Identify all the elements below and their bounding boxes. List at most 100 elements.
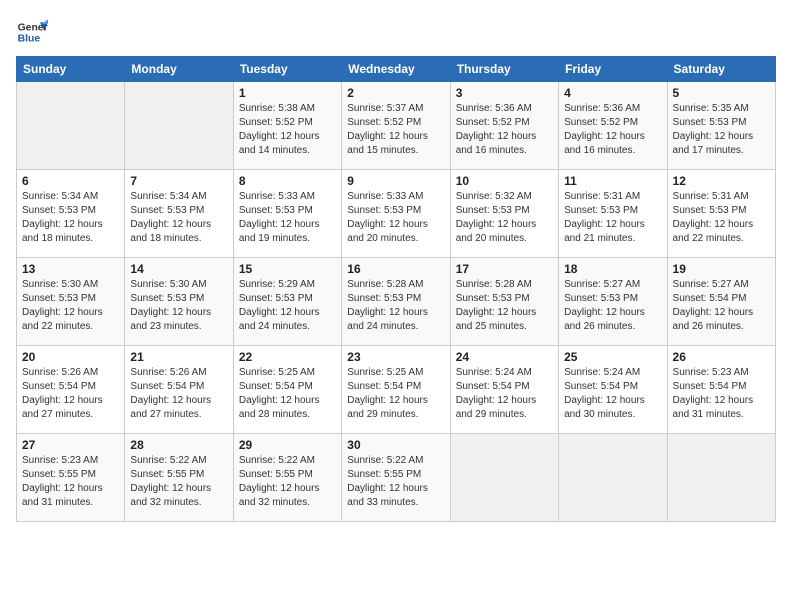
cell-day-number: 25 [564, 350, 661, 364]
calendar-cell: 7 Sunrise: 5:34 AM Sunset: 5:53 PM Daylig… [125, 170, 233, 258]
cell-info: Sunrise: 5:31 AM Sunset: 5:53 PM Dayligh… [564, 190, 661, 246]
calendar-cell [667, 434, 775, 522]
calendar-cell: 5Sunrise: 5:35 AM Sunset: 5:53 PM Daylig… [667, 82, 775, 170]
cell-day-number: 4 [564, 86, 661, 100]
weekday-header-tuesday: Tuesday [233, 57, 341, 82]
calendar-week-1: 1 Sunrise: 5:38 AM Sunset: 5:52 PM Daylig… [17, 82, 776, 170]
cell-info: Sunrise: 5:28 AM Sunset: 5:53 PM Dayligh… [456, 278, 553, 334]
calendar-week-4: 20 Sunrise: 5:26 AM Sunset: 5:54 PM Dayli… [17, 346, 776, 434]
cell-day-number: 9 [347, 174, 444, 188]
cell-day-number: 21 [130, 350, 227, 364]
cell-info: Sunrise: 5:32 AM Sunset: 5:53 PM Dayligh… [456, 190, 553, 246]
calendar-cell: 22Sunrise: 5:25 AM Sunset: 5:54 PM Dayli… [233, 346, 341, 434]
cell-info: Sunrise: 5:23 AM Sunset: 5:55 PM Dayligh… [22, 454, 119, 510]
cell-day-number: 20 [22, 350, 119, 364]
cell-day-number: 1 [239, 86, 336, 100]
calendar-cell: 25 Sunrise: 5:24 AM Sunset: 5:54 PM Dayli… [559, 346, 667, 434]
calendar-cell: 29 Sunrise: 5:22 AM Sunset: 5:55 PM Dayli… [233, 434, 341, 522]
cell-info: Sunrise: 5:24 AM Sunset: 5:54 PM Dayligh… [456, 366, 553, 422]
weekday-header-saturday: Saturday [667, 57, 775, 82]
calendar-table: SundayMondayTuesdayWednesdayThursdayFrid… [16, 56, 776, 522]
cell-info: Sunrise: 5:27 AM Sunset: 5:54 PM Dayligh… [673, 278, 770, 334]
calendar-week-2: 6 Sunrise: 5:34 AM Sunset: 5:53 PM Daylig… [17, 170, 776, 258]
cell-info: Sunrise: 5:35 AM Sunset: 5:53 PM Dayligh… [673, 102, 770, 158]
cell-info: Sunrise: 5:22 AM Sunset: 5:55 PM Dayligh… [347, 454, 444, 510]
calendar-cell: 13 Sunrise: 5:30 AM Sunset: 5:53 PM Dayli… [17, 258, 125, 346]
cell-info: Sunrise: 5:37 AM Sunset: 5:52 PM Dayligh… [347, 102, 444, 158]
cell-day-number: 28 [130, 438, 227, 452]
cell-info: Sunrise: 5:33 AM Sunset: 5:53 PM Dayligh… [239, 190, 336, 246]
calendar-cell: 9 Sunrise: 5:33 AM Sunset: 5:53 PM Daylig… [342, 170, 450, 258]
cell-info: Sunrise: 5:24 AM Sunset: 5:54 PM Dayligh… [564, 366, 661, 422]
cell-info: Sunrise: 5:34 AM Sunset: 5:53 PM Dayligh… [130, 190, 227, 246]
calendar-cell: 3 Sunrise: 5:36 AM Sunset: 5:52 PM Daylig… [450, 82, 558, 170]
cell-day-number: 27 [22, 438, 119, 452]
weekday-header-monday: Monday [125, 57, 233, 82]
cell-info: Sunrise: 5:38 AM Sunset: 5:52 PM Dayligh… [239, 102, 336, 158]
calendar-cell [125, 82, 233, 170]
calendar-cell: 24 Sunrise: 5:24 AM Sunset: 5:54 PM Dayli… [450, 346, 558, 434]
cell-info: Sunrise: 5:36 AM Sunset: 5:52 PM Dayligh… [456, 102, 553, 158]
calendar-cell: 16 Sunrise: 5:28 AM Sunset: 5:53 PM Dayli… [342, 258, 450, 346]
cell-day-number: 29 [239, 438, 336, 452]
cell-day-number: 26 [673, 350, 770, 364]
logo: General Blue [16, 16, 48, 48]
cell-day-number: 7 [130, 174, 227, 188]
calendar-cell: 15 Sunrise: 5:29 AM Sunset: 5:53 PM Dayli… [233, 258, 341, 346]
cell-info: Sunrise: 5:27 AM Sunset: 5:53 PM Dayligh… [564, 278, 661, 334]
weekday-header-sunday: Sunday [17, 57, 125, 82]
calendar-cell: 17 Sunrise: 5:28 AM Sunset: 5:53 PM Dayli… [450, 258, 558, 346]
cell-day-number: 15 [239, 262, 336, 276]
page-header: General Blue [16, 16, 776, 48]
calendar-cell: 20 Sunrise: 5:26 AM Sunset: 5:54 PM Dayli… [17, 346, 125, 434]
cell-day-number: 19 [673, 262, 770, 276]
cell-info: Sunrise: 5:33 AM Sunset: 5:53 PM Dayligh… [347, 190, 444, 246]
cell-day-number: 17 [456, 262, 553, 276]
cell-info: Sunrise: 5:30 AM Sunset: 5:53 PM Dayligh… [130, 278, 227, 334]
cell-day-number: 11 [564, 174, 661, 188]
calendar-cell: 30 Sunrise: 5:22 AM Sunset: 5:55 PM Dayli… [342, 434, 450, 522]
cell-info: Sunrise: 5:28 AM Sunset: 5:53 PM Dayligh… [347, 278, 444, 334]
calendar-cell: 18 Sunrise: 5:27 AM Sunset: 5:53 PM Dayli… [559, 258, 667, 346]
cell-day-number: 30 [347, 438, 444, 452]
cell-day-number: 24 [456, 350, 553, 364]
cell-day-number: 8 [239, 174, 336, 188]
cell-info: Sunrise: 5:26 AM Sunset: 5:54 PM Dayligh… [22, 366, 119, 422]
weekday-header-wednesday: Wednesday [342, 57, 450, 82]
cell-day-number: 3 [456, 86, 553, 100]
cell-day-number: 6 [22, 174, 119, 188]
calendar-cell: 14 Sunrise: 5:30 AM Sunset: 5:53 PM Dayli… [125, 258, 233, 346]
cell-day-number: 16 [347, 262, 444, 276]
cell-info: Sunrise: 5:22 AM Sunset: 5:55 PM Dayligh… [239, 454, 336, 510]
calendar-cell: 23 Sunrise: 5:25 AM Sunset: 5:54 PM Dayli… [342, 346, 450, 434]
calendar-cell: 11 Sunrise: 5:31 AM Sunset: 5:53 PM Dayli… [559, 170, 667, 258]
cell-info: Sunrise: 5:34 AM Sunset: 5:53 PM Dayligh… [22, 190, 119, 246]
cell-day-number: 22 [239, 350, 336, 364]
svg-text:Blue: Blue [18, 34, 41, 45]
calendar-cell: 8 Sunrise: 5:33 AM Sunset: 5:53 PM Daylig… [233, 170, 341, 258]
cell-info: Sunrise: 5:36 AM Sunset: 5:52 PM Dayligh… [564, 102, 661, 158]
calendar-cell: 12 Sunrise: 5:31 AM Sunset: 5:53 PM Dayli… [667, 170, 775, 258]
weekday-header-row: SundayMondayTuesdayWednesdayThursdayFrid… [17, 57, 776, 82]
cell-info: Sunrise: 5:25 AM Sunset: 5:54 PM Dayligh… [347, 366, 444, 422]
cell-info: Sunrise: 5:23 AM Sunset: 5:54 PM Dayligh… [673, 366, 770, 422]
calendar-cell: 26 Sunrise: 5:23 AM Sunset: 5:54 PM Dayli… [667, 346, 775, 434]
cell-info: Sunrise: 5:30 AM Sunset: 5:53 PM Dayligh… [22, 278, 119, 334]
cell-day-number: 23 [347, 350, 444, 364]
cell-info: Sunrise: 5:31 AM Sunset: 5:53 PM Dayligh… [673, 190, 770, 246]
cell-day-number: 14 [130, 262, 227, 276]
calendar-week-3: 13 Sunrise: 5:30 AM Sunset: 5:53 PM Dayli… [17, 258, 776, 346]
calendar-cell: 6 Sunrise: 5:34 AM Sunset: 5:53 PM Daylig… [17, 170, 125, 258]
cell-day-number: 13 [22, 262, 119, 276]
calendar-cell: 10Sunrise: 5:32 AM Sunset: 5:53 PM Dayli… [450, 170, 558, 258]
calendar-cell [559, 434, 667, 522]
cell-day-number: 18 [564, 262, 661, 276]
cell-day-number: 12 [673, 174, 770, 188]
calendar-cell: 4 Sunrise: 5:36 AM Sunset: 5:52 PM Daylig… [559, 82, 667, 170]
cell-info: Sunrise: 5:29 AM Sunset: 5:53 PM Dayligh… [239, 278, 336, 334]
calendar-cell: 28 Sunrise: 5:22 AM Sunset: 5:55 PM Dayli… [125, 434, 233, 522]
calendar-cell: 21Sunrise: 5:26 AM Sunset: 5:54 PM Dayli… [125, 346, 233, 434]
cell-day-number: 2 [347, 86, 444, 100]
calendar-cell: 1 Sunrise: 5:38 AM Sunset: 5:52 PM Daylig… [233, 82, 341, 170]
cell-info: Sunrise: 5:22 AM Sunset: 5:55 PM Dayligh… [130, 454, 227, 510]
